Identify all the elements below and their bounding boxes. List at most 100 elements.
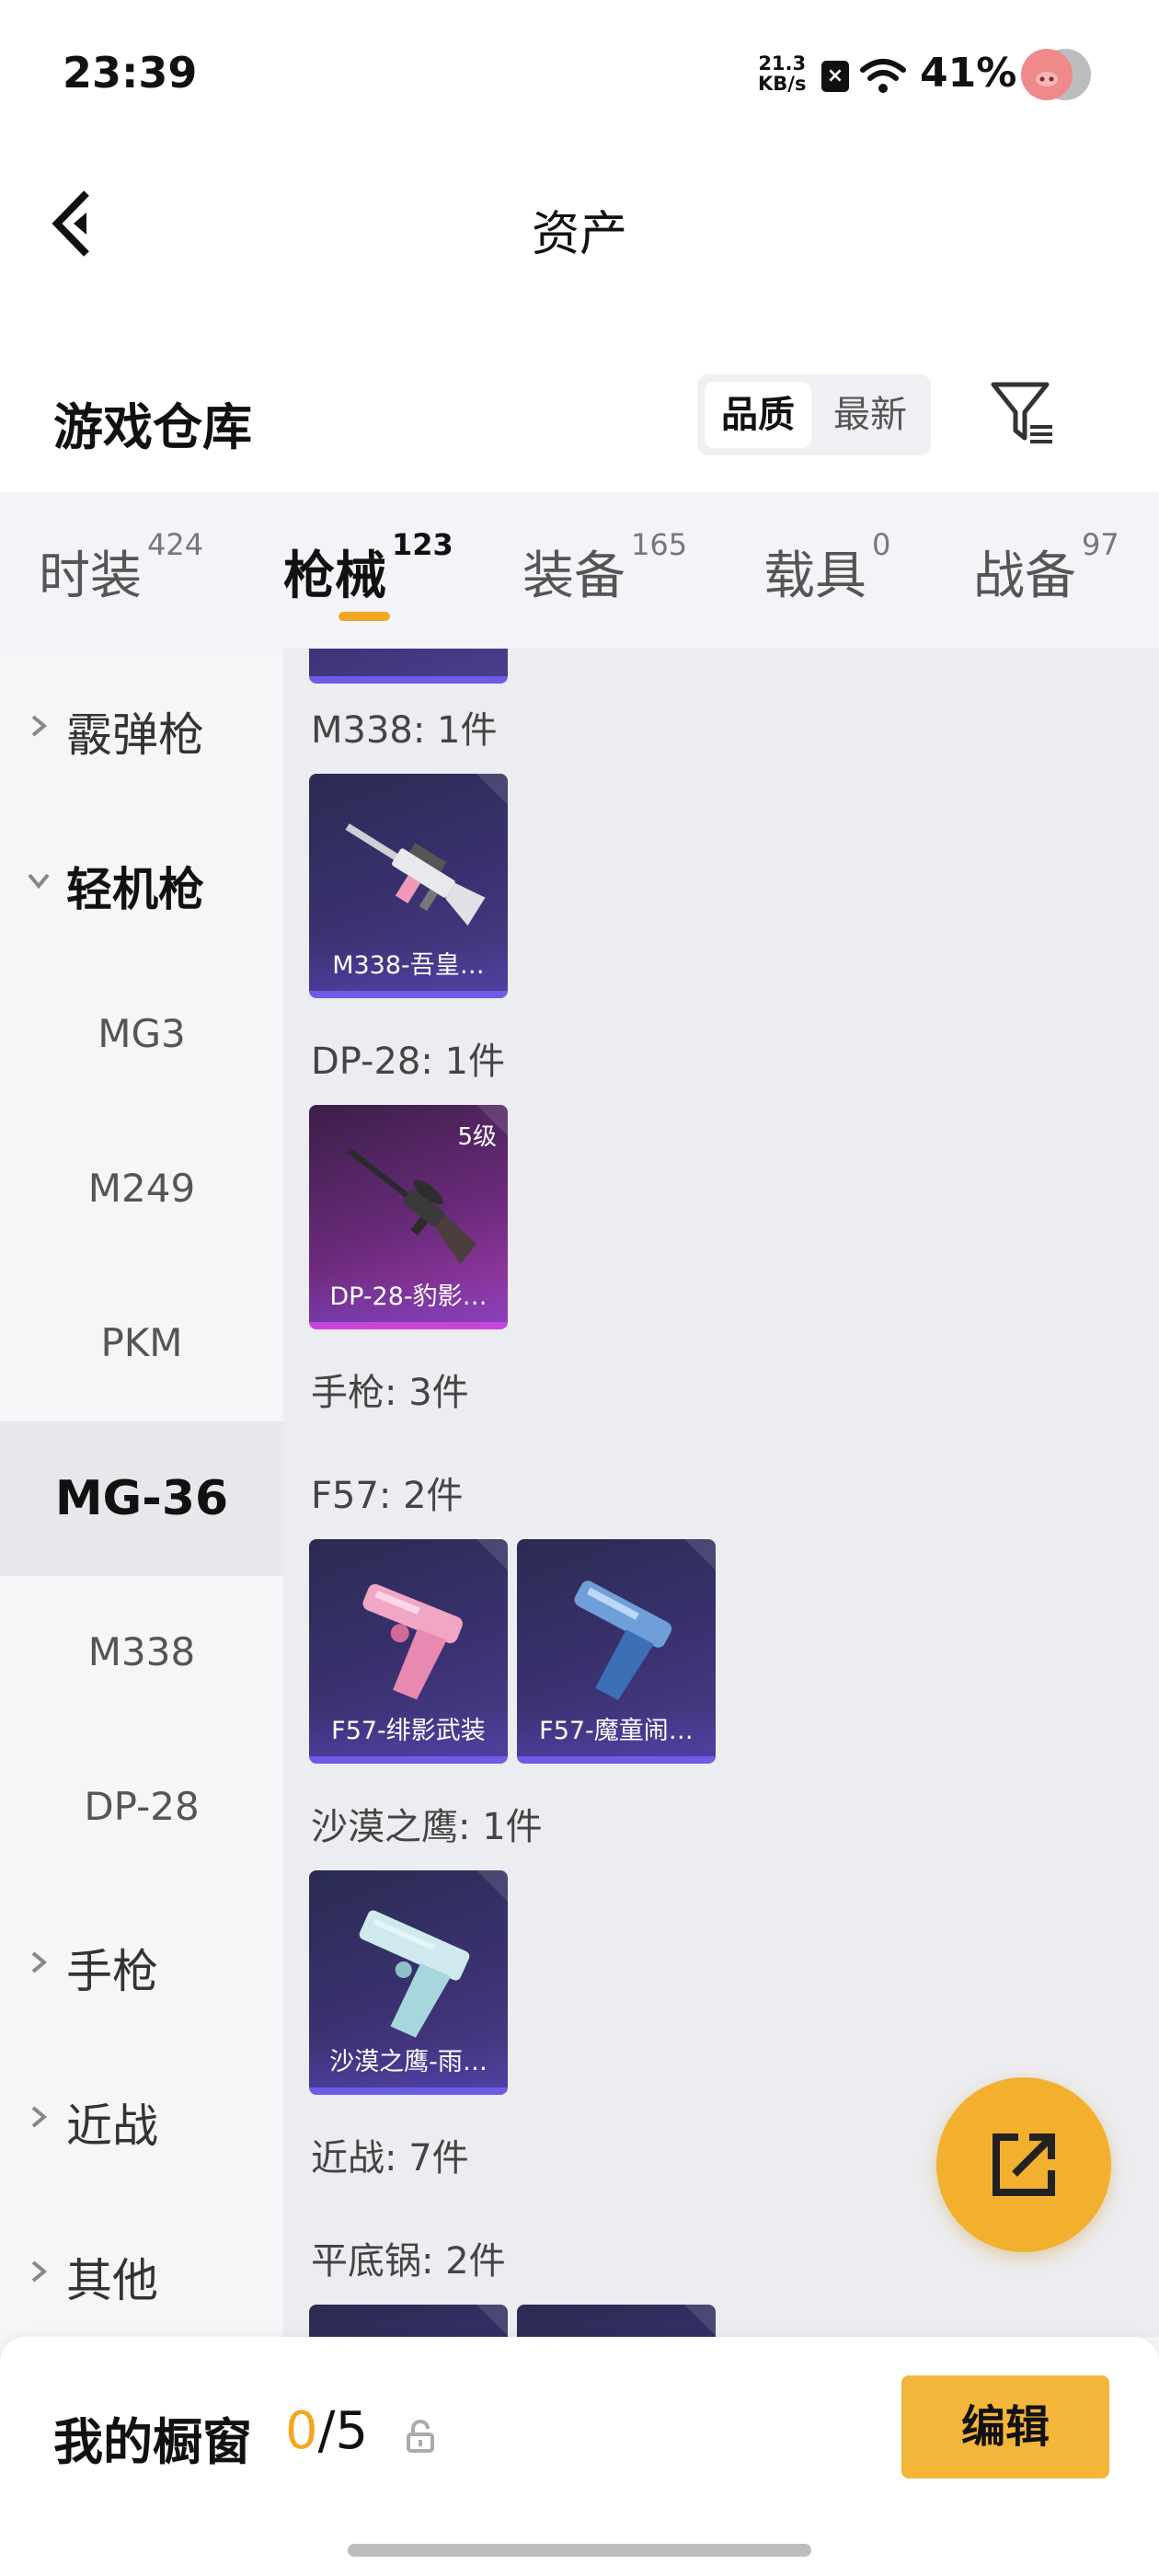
sim-disabled-icon: × [821, 61, 849, 92]
chevron-right-icon [31, 715, 48, 737]
lmg-item-pkm[interactable]: PKM [0, 1267, 283, 1421]
tab-count: 165 [631, 527, 688, 562]
weapon-card-dp28[interactable]: 5级 DP-28-豹影… [309, 1105, 508, 1329]
lmg-item-mg3[interactable]: MG3 [0, 958, 283, 1112]
group-label-f57: F57: 2件 [311, 1475, 464, 1517]
category-label: 手枪 [66, 1945, 158, 1998]
showcase-current: 0 [285, 2401, 318, 2461]
lmg-item-label: MG3 [98, 1011, 186, 1056]
category-label: 近战 [66, 2099, 158, 2153]
weapon-card-pan-1[interactable] [309, 2305, 508, 2337]
lock-icon [407, 2420, 434, 2453]
showcase-bar: 我的橱窗 0/5 编辑 [0, 2337, 1159, 2576]
sort-latest-button[interactable]: 最新 [817, 382, 924, 448]
weapon-card-pan-2[interactable] [517, 2305, 716, 2337]
warehouse-header: 游戏仓库 品质 最新 [0, 313, 1159, 492]
tab-equipment[interactable]: 装备165 [522, 527, 687, 617]
edit-button[interactable]: 编辑 [901, 2375, 1109, 2478]
showcase-count: 0/5 [285, 2401, 368, 2461]
chevron-down-icon [28, 873, 50, 890]
showcase-total: /5 [317, 2401, 369, 2461]
chevron-right-icon [31, 2106, 48, 2128]
weapon-card-desert-eagle[interactable]: 沙漠之鹰-雨… [309, 1870, 508, 2095]
pistol-icon [359, 1910, 470, 2038]
category-tabs: 时装424 枪械123 装备165 载具0 战备97 [0, 492, 1159, 649]
card-name: DP-28-豹影… [309, 1274, 508, 1322]
weapon-card-m338[interactable]: M338-吾皇… [309, 774, 508, 998]
status-bar: 23:39 21.3 KB/s × 41% [0, 0, 1159, 138]
lmg-item-m249[interactable]: M249 [0, 1112, 283, 1267]
tab-label: 载具 [763, 546, 866, 606]
category-lmg[interactable]: 轻机枪 [0, 803, 283, 958]
category-label: 霰弹枪 [66, 708, 204, 762]
group-label-pan: 平底锅: 2件 [311, 2240, 506, 2283]
net-speed: 21.3 KB/s [758, 53, 806, 94]
lmg-item-mg36[interactable]: MG-36 [0, 1421, 283, 1576]
category-label: 轻机枪 [66, 863, 204, 916]
tab-label: 枪械 [283, 546, 386, 606]
showcase-title: 我的橱窗 [53, 2413, 252, 2471]
section-label-melee: 近战: 7件 [311, 2137, 469, 2179]
chevron-right-icon [31, 1951, 48, 1973]
lmg-item-label: M249 [87, 1166, 196, 1211]
group-label-dp28: DP-28: 1件 [311, 1041, 506, 1083]
card-name: F57-绯影武装 [309, 1708, 508, 1756]
active-tab-indicator [339, 612, 390, 621]
wifi-icon [860, 59, 906, 93]
card-name: 沙漠之鹰-雨… [309, 2040, 508, 2087]
app-screen: 23:39 21.3 KB/s × 41% 资产 游戏仓库 品质 最新 时装42… [0, 0, 1159, 2576]
category-melee[interactable]: 近战 [0, 2040, 283, 2194]
share-export-icon [993, 2133, 1055, 2196]
warehouse-title: 游戏仓库 [53, 398, 252, 456]
tab-vehicles[interactable]: 载具0 [763, 527, 890, 617]
machine-gun-icon [345, 823, 486, 926]
tab-firearms[interactable]: 枪械123 [283, 527, 453, 617]
sort-toggle: 品质 最新 [697, 374, 931, 455]
card-corner [476, 2305, 508, 2336]
tab-fashion[interactable]: 时装424 [39, 527, 203, 617]
weapon-card-f57-1[interactable]: F57-绯影武装 [309, 1539, 508, 1764]
tab-count: 97 [1082, 527, 1119, 562]
category-pistol[interactable]: 手枪 [0, 1885, 283, 2040]
card-corner [684, 2305, 716, 2336]
rifle-icon [347, 1147, 476, 1265]
chevron-right-icon [31, 2260, 48, 2283]
net-speed-unit: KB/s [758, 73, 807, 95]
filter-icon[interactable] [988, 377, 1060, 451]
tab-label: 战备 [973, 546, 1076, 606]
status-time: 23:39 [63, 48, 198, 98]
lmg-item-label: M338 [87, 1629, 196, 1674]
category-other[interactable]: 其他 [0, 2194, 283, 2337]
tab-count: 0 [872, 527, 891, 562]
home-indicator[interactable] [348, 2544, 811, 2557]
card-name: M338-吾皇… [309, 943, 508, 991]
lmg-item-label: MG-36 [54, 1471, 229, 1526]
lmg-item-dp28[interactable]: DP-28 [0, 1731, 283, 1885]
share-button[interactable] [936, 2077, 1111, 2252]
page-title: 资产 [531, 207, 627, 262]
weapon-category-list: 霰弹枪 轻机枪 MG3 M249 PKM MG-36 M338 DP-28 手枪… [0, 649, 283, 2337]
net-speed-value: 21.3 [758, 52, 807, 75]
tab-count: 424 [147, 527, 204, 562]
lmg-item-label: PKM [100, 1320, 183, 1365]
group-label-m338: M338: 1件 [311, 709, 498, 752]
top-header: 资产 [0, 138, 1159, 313]
pistol-icon [362, 1583, 463, 1700]
group-label-desert-eagle: 沙漠之鹰: 1件 [311, 1806, 543, 1848]
section-label-pistol: 手枪: 3件 [311, 1372, 469, 1414]
tab-count: 123 [392, 527, 453, 562]
category-shotgun[interactable]: 霰弹枪 [0, 649, 283, 803]
tab-supplies[interactable]: 战备97 [973, 527, 1119, 617]
battery-level: 41% [920, 50, 1017, 97]
tab-label: 时装 [39, 546, 142, 606]
tab-label: 装备 [522, 546, 625, 606]
sort-quality-button[interactable]: 品质 [705, 382, 811, 448]
lmg-item-label: DP-28 [84, 1784, 200, 1829]
weapon-card-partial[interactable] [309, 649, 508, 684]
pig-avatar-icon [1021, 49, 1091, 100]
category-label: 其他 [66, 2254, 158, 2307]
lmg-item-m338[interactable]: M338 [0, 1576, 283, 1731]
pistol-icon [574, 1581, 672, 1700]
weapon-card-f57-2[interactable]: F57-魔童闹… [517, 1539, 716, 1764]
card-name: F57-魔童闹… [517, 1708, 716, 1756]
